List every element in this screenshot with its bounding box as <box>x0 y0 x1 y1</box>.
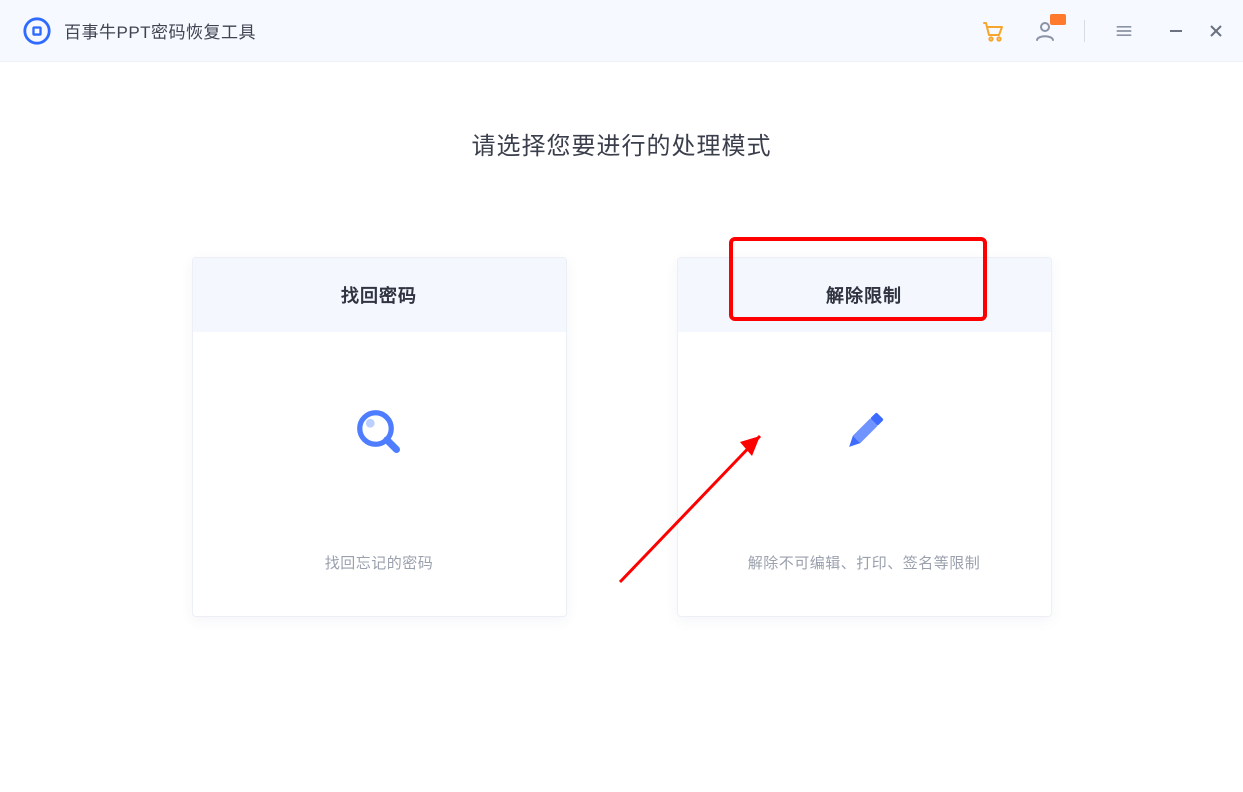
minimize-button[interactable] <box>1167 22 1185 40</box>
cart-icon[interactable] <box>980 18 1006 44</box>
mode-cards: 找回密码 找回忘记的密码 解除限制 <box>0 257 1243 617</box>
vip-badge-icon <box>1050 14 1066 25</box>
pencil-icon <box>834 402 894 462</box>
card-remove-restriction[interactable]: 解除限制 解除不可编辑、打印、签名等限制 <box>677 257 1052 617</box>
app-title: 百事牛PPT密码恢复工具 <box>64 18 256 43</box>
card-unlock-desc: 解除不可编辑、打印、签名等限制 <box>748 552 981 573</box>
main-area: 请选择您要进行的处理模式 找回密码 找回忘记的密码 解除限制 <box>0 62 1243 792</box>
titlebar-separator <box>1084 20 1085 42</box>
app-logo-icon <box>22 16 52 46</box>
magnifier-icon <box>349 402 409 462</box>
titlebar-right <box>980 18 1225 44</box>
close-button[interactable] <box>1207 22 1225 40</box>
card-recover-password[interactable]: 找回密码 找回忘记的密码 <box>192 257 567 617</box>
card-recover-title: 找回密码 <box>193 258 566 332</box>
menu-icon[interactable] <box>1111 18 1137 44</box>
titlebar-left: 百事牛PPT密码恢复工具 <box>22 16 256 46</box>
account-icon[interactable] <box>1032 18 1058 44</box>
titlebar: 百事牛PPT密码恢复工具 <box>0 0 1243 62</box>
card-unlock-title: 解除限制 <box>678 258 1051 332</box>
window-buttons <box>1167 22 1225 40</box>
card-recover-desc: 找回忘记的密码 <box>325 552 434 573</box>
page-headline: 请选择您要进行的处理模式 <box>0 126 1243 161</box>
